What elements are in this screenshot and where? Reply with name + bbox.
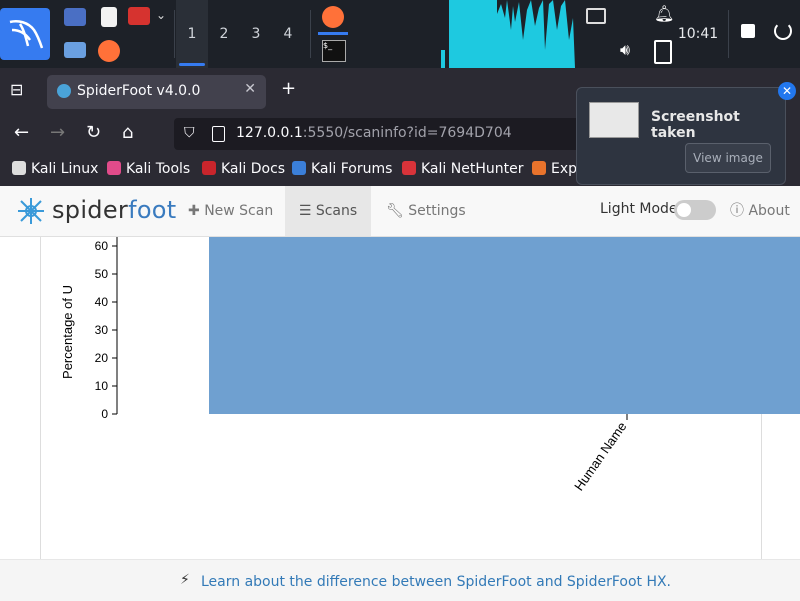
taskbar-firefox[interactable]: $_ xyxy=(316,0,350,68)
wrench-icon: 🔧︎ xyxy=(386,203,409,219)
bars xyxy=(209,237,800,414)
new-tab-icon[interactable]: + xyxy=(281,78,296,99)
url-bar[interactable]: ⛉ 127.0.0.1:5550/scaninfo?id=7694D704 xyxy=(174,118,594,150)
logo-foot: foot xyxy=(128,196,177,224)
back-icon[interactable]: ← xyxy=(14,122,29,143)
nav-scans[interactable]: ☰ Scans xyxy=(285,186,371,236)
y-tick-label: 0 xyxy=(101,407,108,421)
clock[interactable]: 10:41 xyxy=(672,0,724,68)
tab-title: SpiderFoot v4.0.0 xyxy=(77,83,201,99)
chevron-down-icon[interactable]: ⌄ xyxy=(156,8,166,22)
volume-icon[interactable]: 🔊︎ xyxy=(620,40,630,60)
bookmark-kali-tools[interactable]: Kali Tools xyxy=(107,161,190,177)
panel-separator xyxy=(310,10,311,58)
spiderfoot-favicon-icon xyxy=(57,84,71,98)
top-panel: ⌄ 1 2 3 4 $_ 🔔︎ 🔊︎ 10:41 xyxy=(0,0,800,68)
bookmark-label: Kali NetHunter xyxy=(421,161,524,177)
text-editor-icon[interactable] xyxy=(101,7,117,27)
workspace-switcher[interactable]: 1 2 3 4 xyxy=(176,0,304,68)
workspace-1[interactable]: 1 xyxy=(176,0,208,68)
nav-new-scan[interactable]: ✚ New Scan xyxy=(176,186,288,236)
y-tick-label: 60 xyxy=(95,239,109,253)
plus-icon: ✚ xyxy=(188,203,205,219)
terminal-icon[interactable]: $_ xyxy=(322,40,346,62)
workspace-4[interactable]: 4 xyxy=(272,0,304,68)
exploit-db-icon xyxy=(532,161,546,175)
url-host: 127.0.0.1 xyxy=(236,125,303,141)
nav-label: Scans xyxy=(315,203,358,219)
notification-title: Screenshot taken xyxy=(651,109,740,141)
y-axis-label: Percentage of U xyxy=(60,285,75,379)
spiderfoot-logo-icon[interactable] xyxy=(16,196,46,226)
bookmark-kali-forums[interactable]: Kali Forums xyxy=(292,161,392,177)
forward-icon[interactable]: → xyxy=(50,122,65,143)
bar-chart: 0 10 20 30 40 50 60 Human Name Percentage of U xyxy=(60,237,800,493)
show-desktop-icon[interactable] xyxy=(64,8,86,26)
nav-label: New Scan xyxy=(204,203,274,219)
screenshot-notification[interactable]: Screenshot taken View image xyxy=(576,87,786,185)
nav-label: Settings xyxy=(408,203,466,219)
view-image-button[interactable]: View image xyxy=(685,143,771,173)
kali-forums-icon xyxy=(292,161,306,175)
y-tick-label: 50 xyxy=(95,267,109,281)
url-path: :5550/scaninfo?id=7694D704 xyxy=(302,125,512,141)
logo-spider: spider xyxy=(52,196,129,224)
url-text: 127.0.0.1:5550/scaninfo?id=7694D704 xyxy=(236,125,512,141)
bolt-icon: ⚡︎ xyxy=(180,572,190,588)
battery-icon[interactable] xyxy=(654,40,672,64)
panel-separator xyxy=(174,10,175,58)
bookmark-kali-linux[interactable]: Kali Linux xyxy=(12,161,98,177)
bookmark-kali-nethunter[interactable]: Kali NetHunter xyxy=(402,161,523,177)
y-tick-label: 10 xyxy=(95,379,109,393)
x-tick-label: Human Name xyxy=(571,419,629,493)
bookmark-kali-docs[interactable]: Kali Docs xyxy=(202,161,285,177)
home-icon[interactable]: ⌂ xyxy=(122,122,133,143)
close-icon[interactable]: ✕ xyxy=(778,82,796,100)
firefox-icon xyxy=(322,6,344,28)
bookmark-label: Kali Forums xyxy=(311,161,393,177)
browser-tab[interactable]: SpiderFoot v4.0.0 ✕ xyxy=(47,75,266,109)
cpu-graph xyxy=(441,0,575,68)
bar[interactable] xyxy=(209,237,800,414)
nav-about[interactable]: ⓘ About xyxy=(730,186,800,236)
workspace-3[interactable]: 3 xyxy=(240,0,272,68)
page-info-icon[interactable] xyxy=(212,126,225,142)
file-manager-icon[interactable] xyxy=(64,42,86,58)
workspace-2[interactable]: 2 xyxy=(208,0,240,68)
screenshot-thumbnail[interactable] xyxy=(589,102,639,138)
logout-icon[interactable] xyxy=(774,22,792,40)
spiderfoot-logo-text[interactable]: spiderfoot xyxy=(52,196,177,224)
light-mode-label: Light Mode xyxy=(600,201,678,217)
display-icon[interactable] xyxy=(586,8,606,24)
info-icon: ⓘ xyxy=(730,203,749,219)
x-axis: Human Name xyxy=(571,414,629,493)
nav-settings[interactable]: 🔧︎ Settings xyxy=(386,186,476,236)
light-mode-toggle[interactable] xyxy=(674,200,716,220)
kali-menu-icon[interactable] xyxy=(0,8,50,60)
nethunter-icon xyxy=(402,161,416,175)
y-tick-label: 20 xyxy=(95,351,109,365)
y-tick-label: 40 xyxy=(95,295,109,309)
kali-tools-icon xyxy=(107,161,121,175)
firefox-icon[interactable] xyxy=(98,40,120,62)
reload-icon[interactable]: ↻ xyxy=(86,122,101,143)
nav-label: About xyxy=(748,203,790,219)
y-axis: 0 10 20 30 40 50 60 xyxy=(95,237,118,421)
panel-separator xyxy=(728,10,729,58)
tab-overview-icon[interactable]: ⊟ xyxy=(10,80,23,99)
terminal-root-icon[interactable] xyxy=(128,7,150,25)
kali-icon xyxy=(12,161,26,175)
bookmark-label: Kali Linux xyxy=(31,161,99,177)
bookmark-label: Kali Tools xyxy=(126,161,191,177)
y-tick-label: 30 xyxy=(95,323,109,337)
kali-docs-icon xyxy=(202,161,216,175)
bookmark-label: Kali Docs xyxy=(221,161,286,177)
shield-icon[interactable]: ⛉ xyxy=(184,125,195,141)
close-tab-icon[interactable]: ✕ xyxy=(244,81,256,97)
list-icon: ☰ xyxy=(298,203,316,219)
lock-icon[interactable] xyxy=(741,24,755,38)
hx-learn-more-link[interactable]: Learn about the difference between Spide… xyxy=(201,574,671,590)
footer: ⚡︎ Learn about the difference between Sp… xyxy=(0,559,800,601)
